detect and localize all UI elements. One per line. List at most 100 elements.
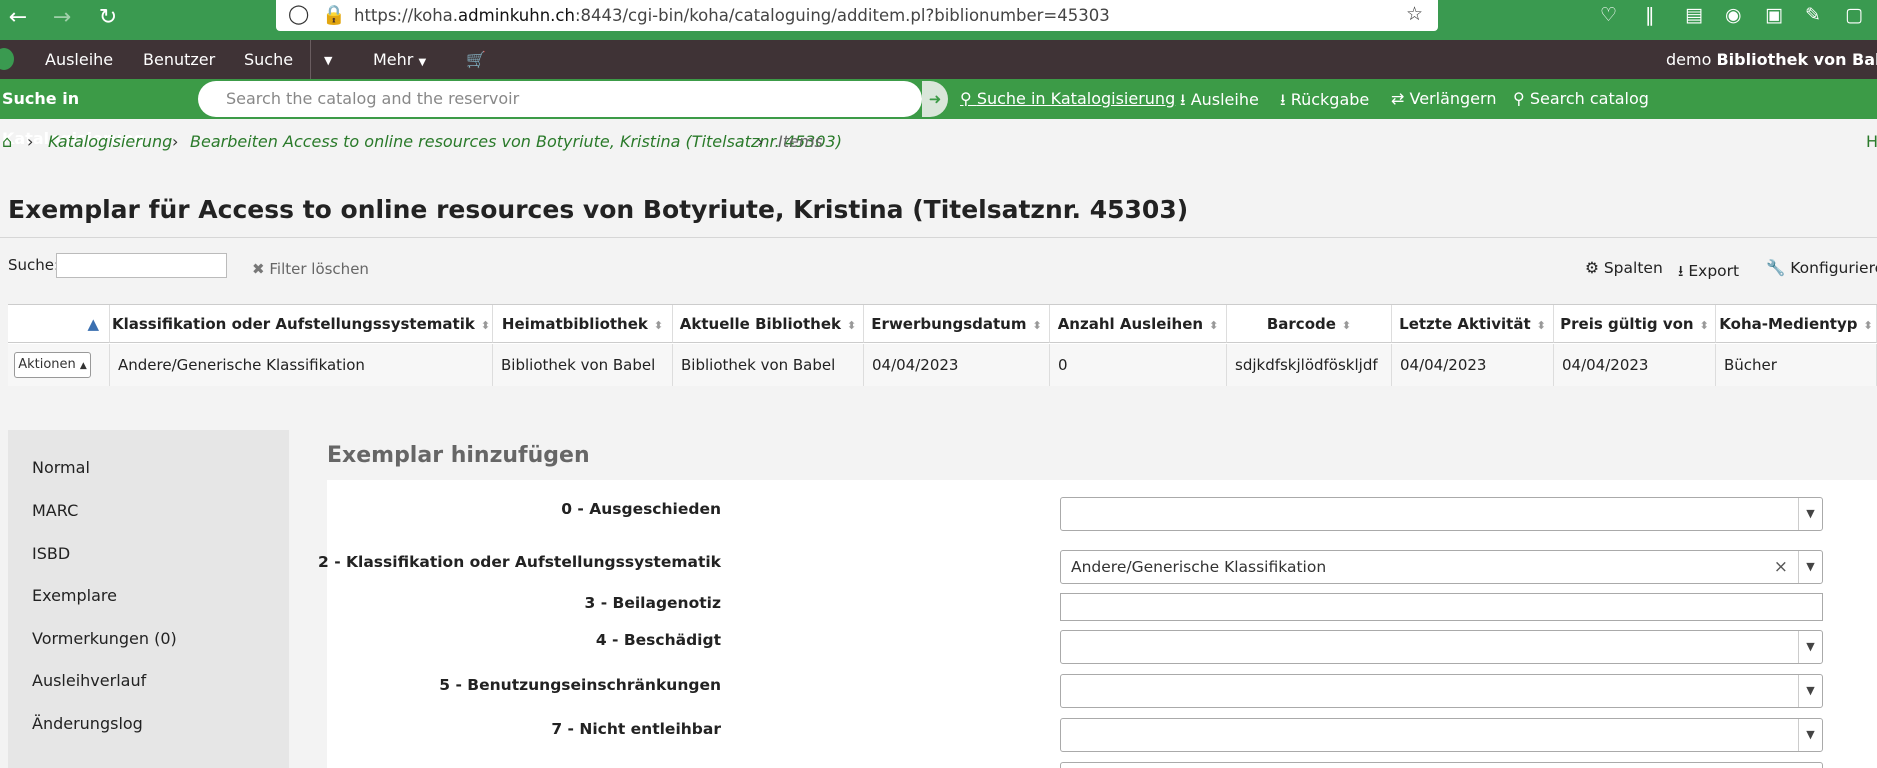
field-label-classification: 2 - Klassifikation oder Aufstellungssyst… <box>318 553 721 571</box>
column-header-home-library[interactable]: Heimatbibliothek ⬍ <box>493 305 673 343</box>
breadcrumb-separator: › <box>27 132 34 151</box>
table-cell-barcode: sdjkdfskjlödföskljdf <box>1227 344 1392 386</box>
chevron-down-icon: ▼ <box>1798 631 1822 663</box>
column-header-actions[interactable]: ▲ <box>8 305 110 343</box>
breadcrumb-cataloging[interactable]: Katalogisierung <box>48 132 172 151</box>
actions-button[interactable]: Aktionen ▲ <box>14 352 91 378</box>
record-sidebar: Normal MARC ISBD Exemplare Vormerkungen … <box>8 430 289 768</box>
wrench-icon: 🔧 <box>1766 259 1786 277</box>
column-header-barcode[interactable]: Barcode ⬍ <box>1227 305 1392 343</box>
column-header-price-date[interactable]: Preis gültig von ⬍ <box>1554 305 1716 343</box>
search-ext-icon[interactable]: ◉ <box>1725 4 1742 26</box>
field-label-materials-note: 3 - Beilagenotiz <box>584 594 721 612</box>
clear-selection-icon[interactable]: × <box>1774 551 1788 583</box>
field-label-use-restrictions: 5 - Benutzungseinschränkungen <box>439 676 721 694</box>
column-header-last-activity[interactable]: Letzte Aktivität ⬍ <box>1392 305 1554 343</box>
use-restrictions-select[interactable]: ▼ <box>1060 674 1823 708</box>
bookmark-star-icon[interactable]: ☆ <box>1406 3 1423 25</box>
column-header-item-type[interactable]: Koha-Medientyp ⬍ <box>1716 305 1877 343</box>
table-cell-current-library: Bibliothek von Babel <box>673 344 864 386</box>
sidebar-item-holds[interactable]: Vormerkungen (0) <box>32 629 177 648</box>
withdrawn-select[interactable]: ▼ <box>1060 497 1823 531</box>
url-text[interactable]: https://koha.adminkuhn.ch:8443/cgi-bin/k… <box>354 6 1110 25</box>
table-cell-home-library: Bibliothek von Babel <box>493 344 673 386</box>
breadcrumb-separator: › <box>757 132 764 151</box>
breadcrumb-current: Items <box>778 132 823 151</box>
table-search-input[interactable] <box>56 253 227 278</box>
table-cell-item-type: Bücher <box>1716 344 1877 386</box>
chevron-down-icon: ▼ <box>1798 498 1822 530</box>
clear-filter-button[interactable]: ✖ Filter löschen <box>252 260 369 278</box>
search-submit-button[interactable]: ➜ <box>922 81 948 117</box>
classification-select[interactable]: Andere/Generische Klassifikation × ▼ <box>1060 550 1823 584</box>
sidebar-item-normal[interactable]: Normal <box>32 458 90 477</box>
browser-toolbar: ← → ↻ ◯ 🔒 https://koha.adminkuhn.ch:8443… <box>0 0 1877 40</box>
search-mode-label[interactable]: Suche in Katalogisierung <box>0 79 210 148</box>
nav-more[interactable]: Mehr ▼ <box>373 50 426 69</box>
configure-button[interactable]: 🔧 Konfigurieren <box>1766 259 1877 277</box>
nav-divider <box>310 40 311 79</box>
damaged-select[interactable]: ▼ <box>1060 630 1823 664</box>
table-row-actions-cell: Aktionen ▲ <box>8 344 110 386</box>
reload-icon[interactable]: ↻ <box>92 2 124 34</box>
not-for-loan-select[interactable]: ▼ <box>1060 718 1823 752</box>
breadcrumb-edit-record[interactable]: Bearbeiten Access to online resources vo… <box>190 132 842 151</box>
sidebar-item-modification-log[interactable]: Änderungslog <box>32 714 143 733</box>
lock-icon[interactable]: 🔒 <box>322 3 346 26</box>
sidebar-item-isbd[interactable]: ISBD <box>32 544 70 563</box>
gear-icon: ⚙ <box>1585 259 1599 277</box>
materials-note-input[interactable] <box>1060 593 1823 621</box>
checkout-link[interactable]: ⭳ Ausleihe <box>1180 89 1259 116</box>
shield-icon[interactable]: ◯ <box>288 3 309 25</box>
nav-circulation[interactable]: Ausleihe <box>45 50 113 69</box>
export-button[interactable]: ⭳ Export <box>1678 259 1739 286</box>
sidebar-item-checkout-history[interactable]: Ausleihverlauf <box>32 671 146 690</box>
download-icon: ⭳ <box>1678 262 1684 280</box>
chevron-down-icon: ▼ <box>1798 719 1822 751</box>
table-cell-last-activity: 04/04/2023 <box>1392 344 1554 386</box>
catalog-search-input[interactable]: Search the catalog and the reservoir <box>198 81 922 117</box>
column-header-checkouts[interactable]: Anzahl Ausleihen ⬍ <box>1050 305 1227 343</box>
renew-link[interactable]: ⇄ Verlängern <box>1391 89 1496 108</box>
page-title: Exemplar für Access to online resources … <box>8 195 1189 224</box>
logged-in-library[interactable]: demo Bibliothek von Babel <box>1666 50 1877 69</box>
search-dropdown-caret-icon[interactable]: ▼ <box>324 54 332 67</box>
close-icon: ✖ <box>252 260 265 278</box>
help-link[interactable]: H <box>1866 132 1877 151</box>
pocket-icon[interactable]: ♡ <box>1600 4 1617 26</box>
items-table: ▲ Klassifikation oder Aufstellungssystem… <box>8 304 1877 386</box>
nav-patrons[interactable]: Benutzer <box>143 50 215 69</box>
nav-search[interactable]: Suche <box>244 50 293 69</box>
search-cataloging-link[interactable]: ⚲ Suche in Katalogisierung <box>960 89 1175 108</box>
caret-up-icon: ▲ <box>79 361 87 371</box>
columns-button[interactable]: ⚙ Spalten <box>1585 259 1663 277</box>
next-field-select[interactable] <box>1060 762 1823 768</box>
catalog-search-bar: Suche in Katalogisierung Search the cata… <box>0 79 1877 148</box>
address-bar[interactable]: ◯ 🔒 https://koha.adminkuhn.ch:8443/cgi-b… <box>276 0 1438 31</box>
document-icon[interactable]: ▣ <box>1765 4 1783 26</box>
koha-logo[interactable] <box>0 48 14 70</box>
checkin-link[interactable]: ⭳ Rückgabe <box>1280 89 1369 116</box>
extensions-icon[interactable]: ✎ <box>1805 4 1821 26</box>
table-cell-acquisition-date: 04/04/2023 <box>864 344 1050 386</box>
title-divider <box>0 237 1877 238</box>
add-item-heading: Exemplar hinzufügen <box>327 443 590 468</box>
field-label-damaged: 4 - Beschädigt <box>595 631 721 649</box>
sidebar-item-marc[interactable]: MARC <box>32 501 78 520</box>
home-icon[interactable]: ⌂ <box>2 132 12 151</box>
cart-icon[interactable]: 🛒 <box>466 50 486 69</box>
chevron-down-icon: ▼ <box>1798 551 1822 583</box>
search-catalog-link[interactable]: ⚲ Search catalog <box>1513 89 1649 108</box>
column-header-acquisition-date[interactable]: Erwerbungsdatum ⬍ <box>864 305 1050 343</box>
table-cell-checkouts: 0 <box>1050 344 1227 386</box>
table-cell-price-date: 04/04/2023 <box>1554 344 1716 386</box>
forward-icon[interactable]: → <box>46 2 78 34</box>
sidebar-icon[interactable]: ▤ <box>1685 4 1703 26</box>
screenshot-icon[interactable]: ▢ <box>1845 4 1863 26</box>
add-item-form: 0 - Ausgeschieden ▼ 2 - Klassifikation o… <box>318 480 1877 768</box>
column-header-classification[interactable]: Klassifikation oder Aufstellungssystemat… <box>110 305 493 343</box>
column-header-current-library[interactable]: Aktuelle Bibliothek ⬍ <box>673 305 864 343</box>
library-icon[interactable]: ‖ <box>1645 4 1655 26</box>
back-icon[interactable]: ← <box>2 2 34 34</box>
sidebar-item-items[interactable]: Exemplare <box>32 586 117 605</box>
